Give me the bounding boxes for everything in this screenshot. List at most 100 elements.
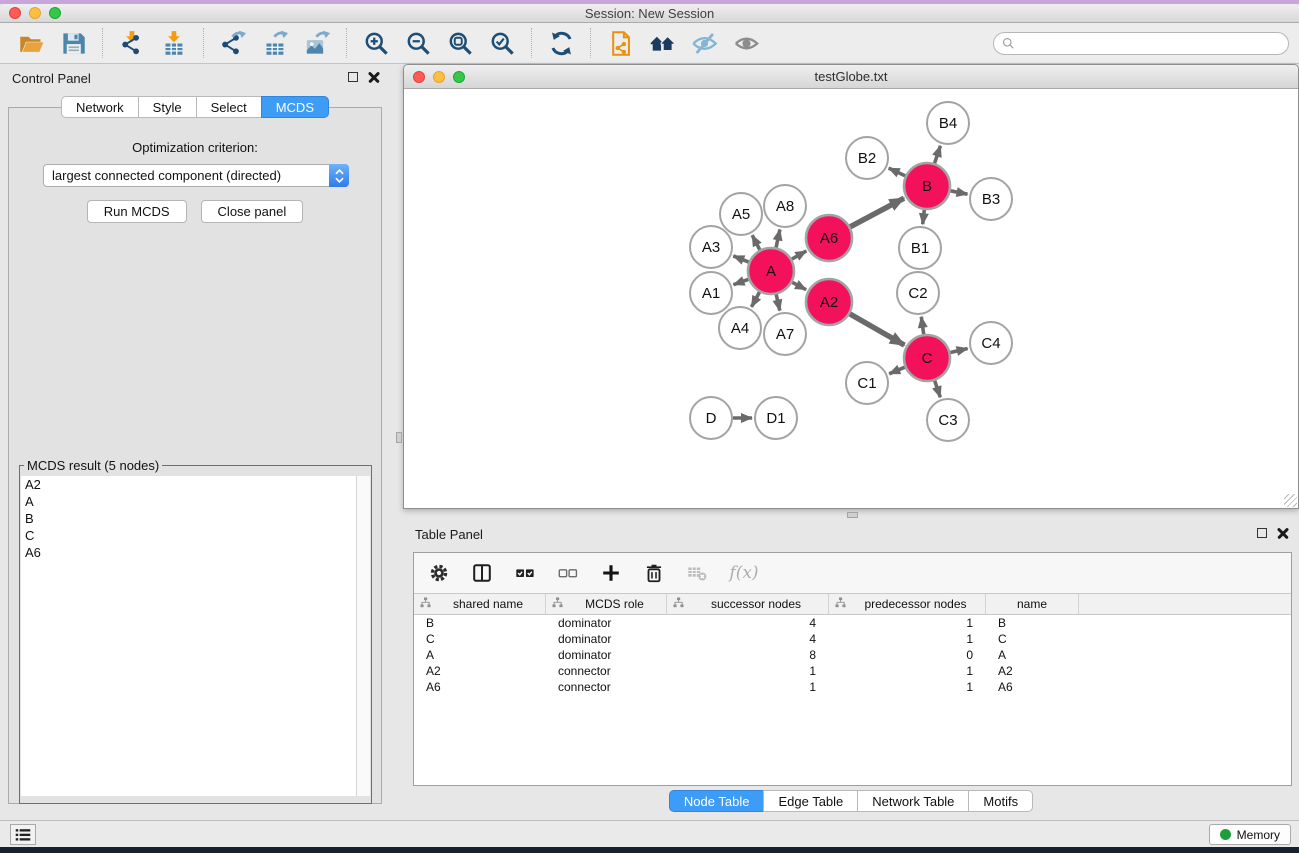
graph-node-A3[interactable]: A3 — [690, 226, 732, 268]
select-all-button[interactable] — [512, 560, 538, 586]
graph-node-B3[interactable]: B3 — [970, 178, 1012, 220]
column-header-MCDS-role[interactable]: MCDS role — [546, 594, 667, 614]
graph-edge-A2-C[interactable] — [850, 314, 905, 345]
column-header-shared-name[interactable]: shared name — [414, 594, 546, 614]
graph-edge-B-B4[interactable] — [935, 146, 941, 163]
result-list-item[interactable]: C — [21, 527, 370, 544]
graph-edge-A-A7[interactable] — [776, 294, 780, 310]
deselect-all-button[interactable] — [555, 560, 581, 586]
criterion-select[interactable]: largest connected component (directed) — [43, 164, 349, 187]
graph-edge-A-A5[interactable] — [752, 235, 760, 250]
task-history-button[interactable] — [10, 824, 36, 845]
houses-button[interactable] — [645, 27, 679, 59]
graph-node-B[interactable]: B — [904, 163, 950, 209]
tab-node-table[interactable]: Node Table — [669, 790, 765, 812]
graph-edge-B-B2[interactable] — [889, 168, 906, 176]
resize-grip-icon[interactable] — [1284, 494, 1297, 507]
delete-button[interactable] — [641, 560, 667, 586]
graph-edge-A-A6[interactable] — [792, 251, 807, 259]
graph-node-A7[interactable]: A7 — [764, 313, 806, 355]
graph-node-A1[interactable]: A1 — [690, 272, 732, 314]
graph-node-D1[interactable]: D1 — [755, 397, 797, 439]
add-button[interactable] — [598, 560, 624, 586]
result-scrollbar[interactable] — [356, 476, 370, 796]
graph-node-D[interactable]: D — [690, 397, 732, 439]
memory-button[interactable]: Memory — [1209, 824, 1291, 845]
close-panel-icon[interactable] — [368, 71, 380, 83]
graph-node-B1[interactable]: B1 — [899, 227, 941, 269]
graph-node-A2[interactable]: A2 — [806, 279, 852, 325]
column-header-name[interactable]: name — [986, 594, 1079, 614]
table-row[interactable]: Adominator80A — [414, 647, 1291, 663]
mcds-result-list[interactable]: A2ABCA6 — [21, 476, 370, 796]
graph-node-C1[interactable]: C1 — [846, 362, 888, 404]
table-float-panel-icon[interactable] — [1257, 528, 1267, 538]
table-row[interactable]: A6connector11A6 — [414, 679, 1291, 695]
result-list-item[interactable]: A — [21, 493, 370, 510]
graph-edge-A-A3[interactable] — [733, 256, 748, 262]
graph-edge-B-B3[interactable] — [951, 191, 968, 194]
graph-edge-A-A8[interactable] — [776, 230, 780, 248]
column-header-successor-nodes[interactable]: successor nodes — [667, 594, 829, 614]
horizontal-split-handle[interactable] — [847, 512, 858, 518]
tab-network-table[interactable]: Network Table — [857, 790, 969, 812]
zoom-in-button[interactable] — [359, 27, 393, 59]
export-image-button[interactable] — [300, 27, 334, 59]
tab-style[interactable]: Style — [138, 96, 197, 118]
result-list-item[interactable]: A6 — [21, 544, 370, 561]
zoom-selected-button[interactable] — [485, 27, 519, 59]
graph-edge-A-A2[interactable] — [792, 282, 806, 289]
folder-open-button[interactable] — [14, 27, 48, 59]
graph-node-C2[interactable]: C2 — [897, 272, 939, 314]
search-input[interactable] — [993, 32, 1289, 55]
network-window-titlebar[interactable]: testGlobe.txt — [404, 65, 1298, 89]
graph-node-A[interactable]: A — [748, 248, 794, 294]
result-list-item[interactable]: B — [21, 510, 370, 527]
tab-edge-table[interactable]: Edge Table — [763, 790, 858, 812]
graph-edge-A-A4[interactable] — [752, 292, 760, 307]
graph-node-B4[interactable]: B4 — [927, 102, 969, 144]
refresh-button[interactable] — [544, 27, 578, 59]
graph-node-C4[interactable]: C4 — [970, 322, 1012, 364]
tab-mcds[interactable]: MCDS — [261, 96, 329, 118]
run-mcds-button[interactable]: Run MCDS — [87, 200, 187, 223]
network-canvas[interactable]: B4 B2 B B3 A5 A8 A6 A3 B1 A A1 C2 A2 A4 … — [404, 89, 1298, 508]
graph-node-C[interactable]: C — [904, 335, 950, 381]
graph-edge-C-C4[interactable] — [950, 349, 967, 353]
import-table-button[interactable] — [157, 27, 191, 59]
result-list-item[interactable]: A2 — [21, 476, 370, 493]
export-network-button[interactable] — [216, 27, 250, 59]
graph-edge-C-C1[interactable] — [889, 367, 905, 374]
graph-edge-C-C3[interactable] — [935, 381, 941, 398]
tab-network[interactable]: Network — [61, 96, 139, 118]
table-row[interactable]: Bdominator41B — [414, 615, 1291, 631]
tab-motifs[interactable]: Motifs — [968, 790, 1033, 812]
graph-node-A6[interactable]: A6 — [806, 215, 852, 261]
table-close-panel-icon[interactable] — [1277, 527, 1289, 539]
zoom-fit-button[interactable] — [443, 27, 477, 59]
graph-node-C3[interactable]: C3 — [927, 399, 969, 441]
column-header-predecessor-nodes[interactable]: predecessor nodes — [829, 594, 986, 614]
tab-select[interactable]: Select — [196, 96, 262, 118]
save-button[interactable] — [56, 27, 90, 59]
network-graph[interactable]: B4 B2 B B3 A5 A8 A6 A3 B1 A A1 C2 A2 A4 … — [404, 89, 1298, 508]
graph-node-A5[interactable]: A5 — [720, 193, 762, 235]
graph-node-A4[interactable]: A4 — [719, 307, 761, 349]
graph-node-B2[interactable]: B2 — [846, 137, 888, 179]
close-panel-button[interactable]: Close panel — [201, 200, 304, 223]
graph-edge-B-B1[interactable] — [923, 210, 925, 224]
table-row[interactable]: A2connector11A2 — [414, 663, 1291, 679]
graph-edge-A6-B[interactable] — [850, 198, 904, 227]
graph-node-A8[interactable]: A8 — [764, 185, 806, 227]
eye-button[interactable] — [729, 27, 763, 59]
document-network-button[interactable] — [603, 27, 637, 59]
vertical-split-handle[interactable] — [396, 432, 402, 443]
zoom-out-button[interactable] — [401, 27, 435, 59]
gear-button[interactable] — [426, 560, 452, 586]
export-table-button[interactable] — [258, 27, 292, 59]
graph-edge-C-C2[interactable] — [921, 317, 923, 334]
columns-button[interactable] — [469, 560, 495, 586]
eye-slash-button[interactable] — [687, 27, 721, 59]
float-panel-icon[interactable] — [348, 72, 358, 82]
graph-edge-A-A1[interactable] — [734, 279, 749, 284]
